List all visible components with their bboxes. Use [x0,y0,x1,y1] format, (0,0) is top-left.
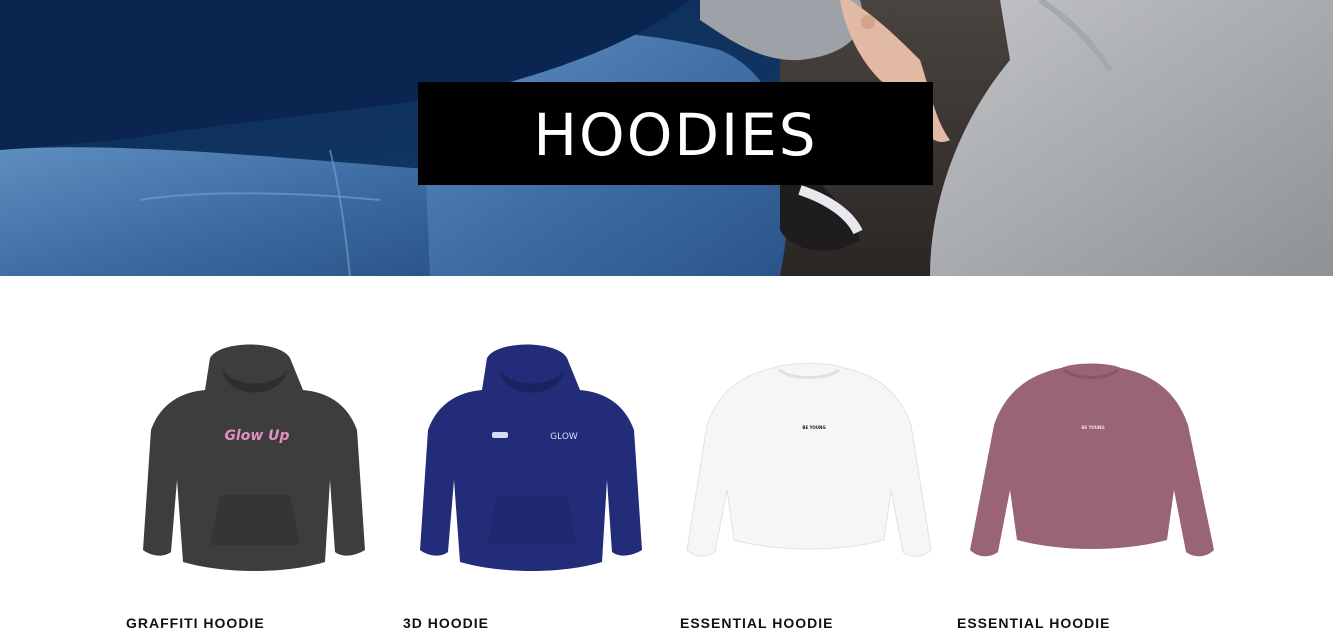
hero-banner: HOODIES [0,0,1333,276]
print-icon [492,432,508,438]
product-name[interactable]: GRAFFITI HOODIE [126,615,265,631]
product-card[interactable]: GLOW 3D HOODIE [402,330,652,633]
product-name[interactable]: ESSENTIAL HOODIE [957,615,1110,631]
product-name[interactable]: 3D HOODIE [403,615,489,631]
print-graphic: Glow Up [224,428,289,444]
product-image[interactable]: GLOW [402,330,662,590]
product-card[interactable]: Glow Up GRAFFITI HOODIE [125,330,375,633]
product-name[interactable]: ESSENTIAL HOODIE [680,615,833,631]
product-card[interactable]: BE YOUNG ESSENTIAL HOODIE [679,330,932,633]
print-graphic: BE YOUNG [802,425,825,430]
print-graphic: BE YOUNG [1081,425,1104,430]
product-grid: Glow Up GRAFFITI HOODIE GLOW 3D HOODIE B… [125,330,1225,633]
product-image[interactable]: BE YOUNG [679,330,939,590]
product-image[interactable]: Glow Up [125,330,385,590]
product-card[interactable]: BE YOUNG ESSENTIAL HOODIE [956,330,1214,633]
hero-title-box: HOODIES [418,82,933,185]
product-image[interactable]: BE YOUNG [956,330,1216,590]
page-title: HOODIES [533,100,818,169]
print-graphic: GLOW [550,432,578,442]
